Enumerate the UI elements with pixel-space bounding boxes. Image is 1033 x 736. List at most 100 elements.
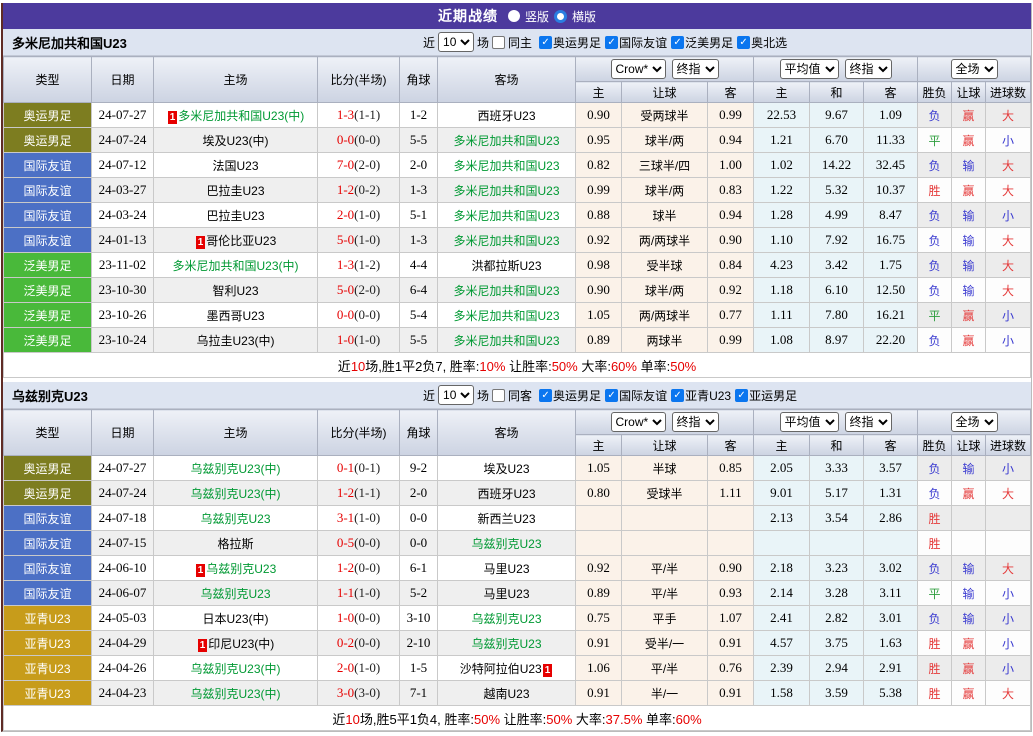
team-label: 越南U23 (483, 687, 529, 701)
halftime-score: (2-0) (354, 157, 380, 172)
goals-result-cell: 小 (986, 581, 1031, 606)
bookmaker-select[interactable]: Crow* (611, 412, 666, 432)
team-label: 西班牙U23 (477, 487, 535, 501)
score-cell: 5-0(2-0) (318, 278, 400, 303)
final-odds-select[interactable]: 终指 (672, 59, 719, 79)
fulltime-result-cell: 平 (918, 128, 952, 153)
team-label: 乌兹别克U23 (471, 537, 541, 551)
date-cell: 23-10-30 (92, 278, 154, 303)
avg-home-cell: 1.18 (754, 278, 810, 303)
fulltime-scope-select[interactable]: 全场 (951, 412, 998, 432)
league-filter-checkbox[interactable]: ✓ (735, 389, 748, 402)
handicap-result-cell: 输 (952, 203, 986, 228)
near-label: 近 (423, 34, 435, 51)
col-score: 比分(半场) (318, 57, 400, 103)
fulltime-result-cell: 胜 (918, 656, 952, 681)
col-corner: 角球 (400, 410, 438, 456)
odds-away-cell: 0.90 (708, 228, 754, 253)
horizontal-layout-radio[interactable] (554, 10, 567, 23)
fulltime-score: 0-5 (337, 535, 354, 550)
title-bar: 近期战绩 竖版 横版 (3, 3, 1031, 29)
league-filter-checkbox[interactable]: ✓ (671, 389, 684, 402)
halftime-score: (1-0) (354, 585, 380, 600)
match-row: 奥运男足24-07-24乌兹别克U23(中)1-2(1-1)2-0西班牙U230… (4, 481, 1031, 506)
goals-result-cell (986, 531, 1031, 556)
corner-cell: 2-10 (400, 631, 438, 656)
away-team-cell: 越南U23 (438, 681, 576, 706)
match-row: 亚青U2324-04-26乌兹别克U23(中)2-0(1-0)1-5沙特阿拉伯U… (4, 656, 1031, 681)
odds-away-cell: 0.99 (708, 103, 754, 128)
odds-handicap-cell: 平手 (622, 606, 708, 631)
corner-cell: 5-4 (400, 303, 438, 328)
col-avg-away: 客 (864, 435, 918, 456)
team-label: 多米尼加共和国U23 (453, 284, 559, 298)
avg-away-cell: 1.31 (864, 481, 918, 506)
odds-handicap-cell: 受两球半 (622, 103, 708, 128)
match-row: 国际友谊24-07-12法国U237-0(2-0)2-0多米尼加共和国U230.… (4, 153, 1031, 178)
league-filter-checkbox[interactable]: ✓ (605, 36, 618, 49)
league-filter-checkbox[interactable]: ✓ (605, 389, 618, 402)
handicap-result-cell: 赢 (952, 328, 986, 353)
fulltime-score: 0-1 (337, 460, 354, 475)
final-average-select[interactable]: 终指 (845, 59, 892, 79)
goals-result-cell: 大 (986, 178, 1031, 203)
summary-segment: 10% (479, 359, 505, 374)
vertical-layout-label[interactable]: 竖版 (525, 8, 549, 25)
goals-result-cell: 大 (986, 103, 1031, 128)
col-result-handicap: 让球 (952, 82, 986, 103)
final-average-select[interactable]: 终指 (845, 412, 892, 432)
avg-away-cell: 10.37 (864, 178, 918, 203)
team-label: 日本U23(中) (202, 612, 268, 626)
odds-handicap-cell: 三球半/四 (622, 153, 708, 178)
match-count-select[interactable]: 10 (438, 32, 474, 52)
fulltime-result-cell: 胜 (918, 531, 952, 556)
team-label: 马里U23 (483, 562, 529, 576)
corner-cell: 1-5 (400, 656, 438, 681)
summary-segment: 60% (611, 359, 637, 374)
vertical-layout-radio[interactable] (508, 10, 520, 22)
league-filter-checkbox[interactable]: ✓ (539, 389, 552, 402)
date-cell: 24-05-03 (92, 606, 154, 631)
handicap-result-cell: 输 (952, 278, 986, 303)
corner-cell: 0-0 (400, 506, 438, 531)
home-team-cell: 1印尼U23(中) (154, 631, 318, 656)
league-filter-label: 奥运男足 (553, 34, 601, 51)
bookmaker-select[interactable]: Crow* (611, 59, 666, 79)
horizontal-layout-label[interactable]: 横版 (572, 8, 596, 25)
avg-away-cell: 8.47 (864, 203, 918, 228)
same-venue-checkbox[interactable] (492, 389, 505, 402)
final-odds-select[interactable]: 终指 (672, 412, 719, 432)
away-team-cell: 多米尼加共和国U23 (438, 278, 576, 303)
handicap-result-cell: 输 (952, 228, 986, 253)
match-count-select[interactable]: 10 (438, 385, 474, 405)
fulltime-score: 1-0 (337, 332, 354, 347)
fulltime-result-cell: 负 (918, 103, 952, 128)
match-row: 国际友谊24-07-15格拉斯0-5(0-0)0-0乌兹别克U23胜 (4, 531, 1031, 556)
team-filter-bar: 多米尼加共和国U23 近 10 场 同主 ✓奥运男足✓国际友谊✓泛美男足✓奥北选 (3, 29, 1031, 56)
type-cell: 泛美男足 (4, 328, 92, 353)
same-venue-checkbox[interactable] (492, 36, 505, 49)
col-result-handicap: 让球 (952, 435, 986, 456)
odds-handicap-cell: 受半球 (622, 253, 708, 278)
league-filter-checkbox[interactable]: ✓ (539, 36, 552, 49)
average-select[interactable]: 平均值 (780, 59, 839, 79)
odds-away-cell: 0.94 (708, 203, 754, 228)
odds-handicap-cell: 球半/两 (622, 278, 708, 303)
layout-radio-group: 竖版 横版 (508, 8, 596, 25)
halftime-score: (1-0) (354, 232, 380, 247)
fulltime-scope-select[interactable]: 全场 (951, 59, 998, 79)
filter-controls: 近 10 场 同客 ✓奥运男足✓国际友谊✓亚青U23✓亚运男足 (423, 385, 797, 405)
goals-result-cell: 大 (986, 278, 1031, 303)
avg-draw-cell: 9.67 (810, 103, 864, 128)
odds-away-cell: 0.93 (708, 581, 754, 606)
odds-away-cell: 0.94 (708, 128, 754, 153)
league-filter-checkbox[interactable]: ✓ (671, 36, 684, 49)
average-select[interactable]: 平均值 (780, 412, 839, 432)
date-cell: 23-10-26 (92, 303, 154, 328)
team-name: 多米尼加共和国U23 (3, 33, 423, 52)
team-label: 新西兰U23 (477, 512, 535, 526)
away-team-cell: 马里U23 (438, 556, 576, 581)
league-filter-checkbox[interactable]: ✓ (737, 36, 750, 49)
odds-away-cell: 0.99 (708, 328, 754, 353)
halftime-score: (0-0) (354, 535, 380, 550)
